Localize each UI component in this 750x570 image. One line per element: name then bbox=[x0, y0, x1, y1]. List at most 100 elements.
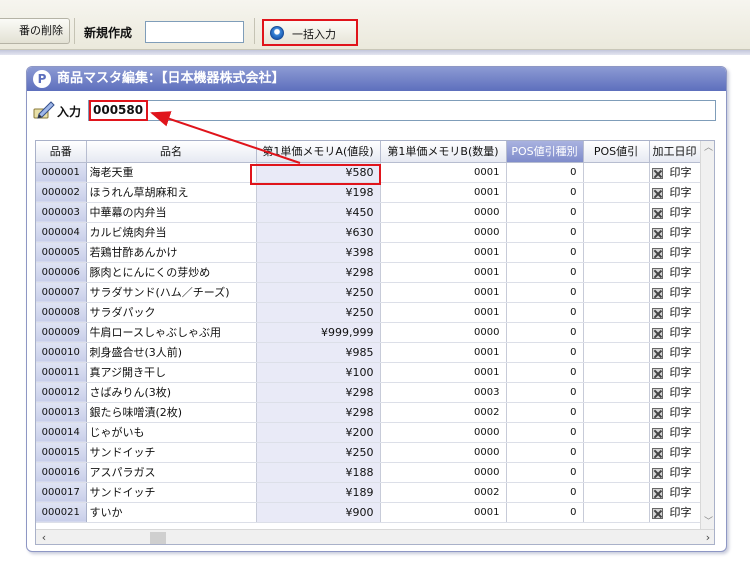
table-row[interactable]: 000017 サンドイッチ ¥189 0002 0 印字 bbox=[36, 482, 701, 503]
table-row[interactable]: 000008 サラダパック ¥250 0001 0 印字 bbox=[36, 302, 701, 323]
pos-discount-cell[interactable] bbox=[583, 162, 650, 183]
product-name-cell[interactable]: 豚肉とにんにくの芽炒め bbox=[86, 262, 257, 283]
scroll-up-arrow-icon[interactable]: ︿ bbox=[701, 141, 714, 155]
print-cell[interactable]: 印字 bbox=[649, 282, 701, 303]
price-a-cell[interactable]: ¥189 bbox=[256, 482, 381, 503]
product-code-cell[interactable]: 000017 bbox=[36, 482, 87, 503]
checkbox-checked-icon[interactable] bbox=[651, 407, 663, 419]
product-name-cell[interactable]: 真アジ開き干し bbox=[86, 362, 257, 383]
input-value[interactable]: 000580 bbox=[89, 100, 148, 121]
checkbox-checked-icon[interactable] bbox=[651, 207, 663, 219]
print-cell[interactable]: 印字 bbox=[649, 342, 701, 363]
product-name-cell[interactable]: 若鶏甘酢あんかけ bbox=[86, 242, 257, 263]
qty-b-cell[interactable]: 0000 bbox=[380, 442, 507, 463]
table-row[interactable]: 000010 刺身盛合せ(3人前) ¥985 0001 0 印字 bbox=[36, 342, 701, 363]
checkbox-checked-icon[interactable] bbox=[651, 507, 663, 519]
checkbox-checked-icon[interactable] bbox=[651, 267, 663, 279]
pos-discount-cell[interactable] bbox=[583, 482, 650, 503]
checkbox-checked-icon[interactable] bbox=[651, 187, 663, 199]
pos-discount-type-cell[interactable]: 0 bbox=[506, 462, 584, 483]
pos-discount-type-cell[interactable]: 0 bbox=[506, 302, 584, 323]
pos-discount-type-cell[interactable]: 0 bbox=[506, 422, 584, 443]
checkbox-checked-icon[interactable] bbox=[651, 307, 663, 319]
price-a-cell[interactable]: ¥250 bbox=[256, 302, 381, 323]
product-code-cell[interactable]: 000005 bbox=[36, 242, 87, 263]
print-cell[interactable]: 印字 bbox=[649, 202, 701, 223]
column-header-name[interactable]: 品名 bbox=[86, 141, 257, 163]
product-name-cell[interactable]: じゃがいも bbox=[86, 422, 257, 443]
price-a-cell[interactable]: ¥250 bbox=[256, 282, 381, 303]
qty-b-cell[interactable]: 0001 bbox=[380, 242, 507, 263]
checkbox-checked-icon[interactable] bbox=[651, 487, 663, 499]
pos-discount-type-cell[interactable]: 0 bbox=[506, 502, 584, 523]
print-cell[interactable]: 印字 bbox=[649, 442, 701, 463]
product-code-cell[interactable]: 000009 bbox=[36, 322, 87, 343]
checkbox-checked-icon[interactable] bbox=[651, 167, 663, 179]
delete-button[interactable]: 番の削除 bbox=[0, 18, 70, 44]
pos-discount-type-cell[interactable]: 0 bbox=[506, 362, 584, 383]
price-a-cell[interactable]: ¥200 bbox=[256, 422, 381, 443]
print-cell[interactable]: 印字 bbox=[649, 182, 701, 203]
price-a-cell[interactable]: ¥298 bbox=[256, 262, 381, 283]
column-header-pos-discount-type[interactable]: POS値引種別 bbox=[506, 141, 584, 163]
qty-b-cell[interactable]: 0000 bbox=[380, 422, 507, 443]
column-header-pos-discount[interactable]: POS値引 bbox=[583, 141, 650, 163]
checkbox-checked-icon[interactable] bbox=[651, 367, 663, 379]
product-code-cell[interactable]: 000021 bbox=[36, 502, 87, 523]
product-code-cell[interactable]: 000004 bbox=[36, 222, 87, 243]
pos-discount-type-cell[interactable]: 0 bbox=[506, 202, 584, 223]
pos-discount-cell[interactable] bbox=[583, 222, 650, 243]
scroll-left-arrow-icon[interactable]: ‹ bbox=[36, 530, 52, 544]
price-a-cell[interactable]: ¥999,999 bbox=[256, 322, 381, 343]
qty-b-cell[interactable]: 0002 bbox=[380, 482, 507, 503]
product-name-cell[interactable]: 牛肩ロースしゃぶしゃぶ用 bbox=[86, 322, 257, 343]
pos-discount-cell[interactable] bbox=[583, 262, 650, 283]
price-a-cell[interactable]: ¥900 bbox=[256, 502, 381, 523]
checkbox-checked-icon[interactable] bbox=[651, 467, 663, 479]
product-code-cell[interactable]: 000003 bbox=[36, 202, 87, 223]
product-name-cell[interactable]: 銀たら味噌漬(2枚) bbox=[86, 402, 257, 423]
bulk-input-button[interactable]: 一括入力 bbox=[262, 19, 358, 46]
price-a-cell[interactable]: ¥630 bbox=[256, 222, 381, 243]
print-cell[interactable]: 印字 bbox=[649, 262, 701, 283]
price-a-cell[interactable]: ¥188 bbox=[256, 462, 381, 483]
table-row[interactable]: 000011 真アジ開き干し ¥100 0001 0 印字 bbox=[36, 362, 701, 383]
vertical-scrollbar[interactable]: ︿ ﹀ bbox=[700, 141, 714, 529]
input-field[interactable] bbox=[88, 100, 716, 121]
pos-discount-type-cell[interactable]: 0 bbox=[506, 182, 584, 203]
checkbox-checked-icon[interactable] bbox=[651, 287, 663, 299]
horizontal-scrollbar[interactable]: ‹ › bbox=[36, 529, 714, 544]
price-a-cell[interactable]: ¥198 bbox=[256, 182, 381, 203]
table-row[interactable]: 000021 すいか ¥900 0001 0 印字 bbox=[36, 502, 701, 523]
product-code-cell[interactable]: 000002 bbox=[36, 182, 87, 203]
product-code-cell[interactable]: 000008 bbox=[36, 302, 87, 323]
qty-b-cell[interactable]: 0000 bbox=[380, 322, 507, 343]
table-row[interactable]: 000012 さばみりん(3枚) ¥298 0003 0 印字 bbox=[36, 382, 701, 403]
pos-discount-type-cell[interactable]: 0 bbox=[506, 402, 584, 423]
pos-discount-cell[interactable] bbox=[583, 362, 650, 383]
pos-discount-cell[interactable] bbox=[583, 402, 650, 423]
pos-discount-cell[interactable] bbox=[583, 302, 650, 323]
pos-discount-type-cell[interactable]: 0 bbox=[506, 162, 584, 183]
pos-discount-cell[interactable] bbox=[583, 422, 650, 443]
table-row[interactable]: 000014 じゃがいも ¥200 0000 0 印字 bbox=[36, 422, 701, 443]
pos-discount-cell[interactable] bbox=[583, 182, 650, 203]
qty-b-cell[interactable]: 0001 bbox=[380, 302, 507, 323]
product-name-cell[interactable]: 刺身盛合せ(3人前) bbox=[86, 342, 257, 363]
print-cell[interactable]: 印字 bbox=[649, 382, 701, 403]
print-cell[interactable]: 印字 bbox=[649, 482, 701, 503]
product-name-cell[interactable]: アスパラガス bbox=[86, 462, 257, 483]
print-cell[interactable]: 印字 bbox=[649, 222, 701, 243]
print-cell[interactable]: 印字 bbox=[649, 302, 701, 323]
print-cell[interactable]: 印字 bbox=[649, 502, 701, 523]
price-a-cell[interactable]: ¥250 bbox=[256, 442, 381, 463]
print-cell[interactable]: 印字 bbox=[649, 462, 701, 483]
table-row[interactable]: 000016 アスパラガス ¥188 0000 0 印字 bbox=[36, 462, 701, 483]
checkbox-checked-icon[interactable] bbox=[651, 247, 663, 259]
price-a-cell[interactable]: ¥580 bbox=[256, 162, 381, 183]
new-create-input[interactable] bbox=[145, 21, 244, 43]
price-a-cell[interactable]: ¥398 bbox=[256, 242, 381, 263]
table-row[interactable]: 000007 サラダサンド(ハム／チーズ) ¥250 0001 0 印字 bbox=[36, 282, 701, 303]
qty-b-cell[interactable]: 0001 bbox=[380, 182, 507, 203]
table-row[interactable]: 000001 海老天重 ¥580 0001 0 印字 bbox=[36, 162, 701, 183]
